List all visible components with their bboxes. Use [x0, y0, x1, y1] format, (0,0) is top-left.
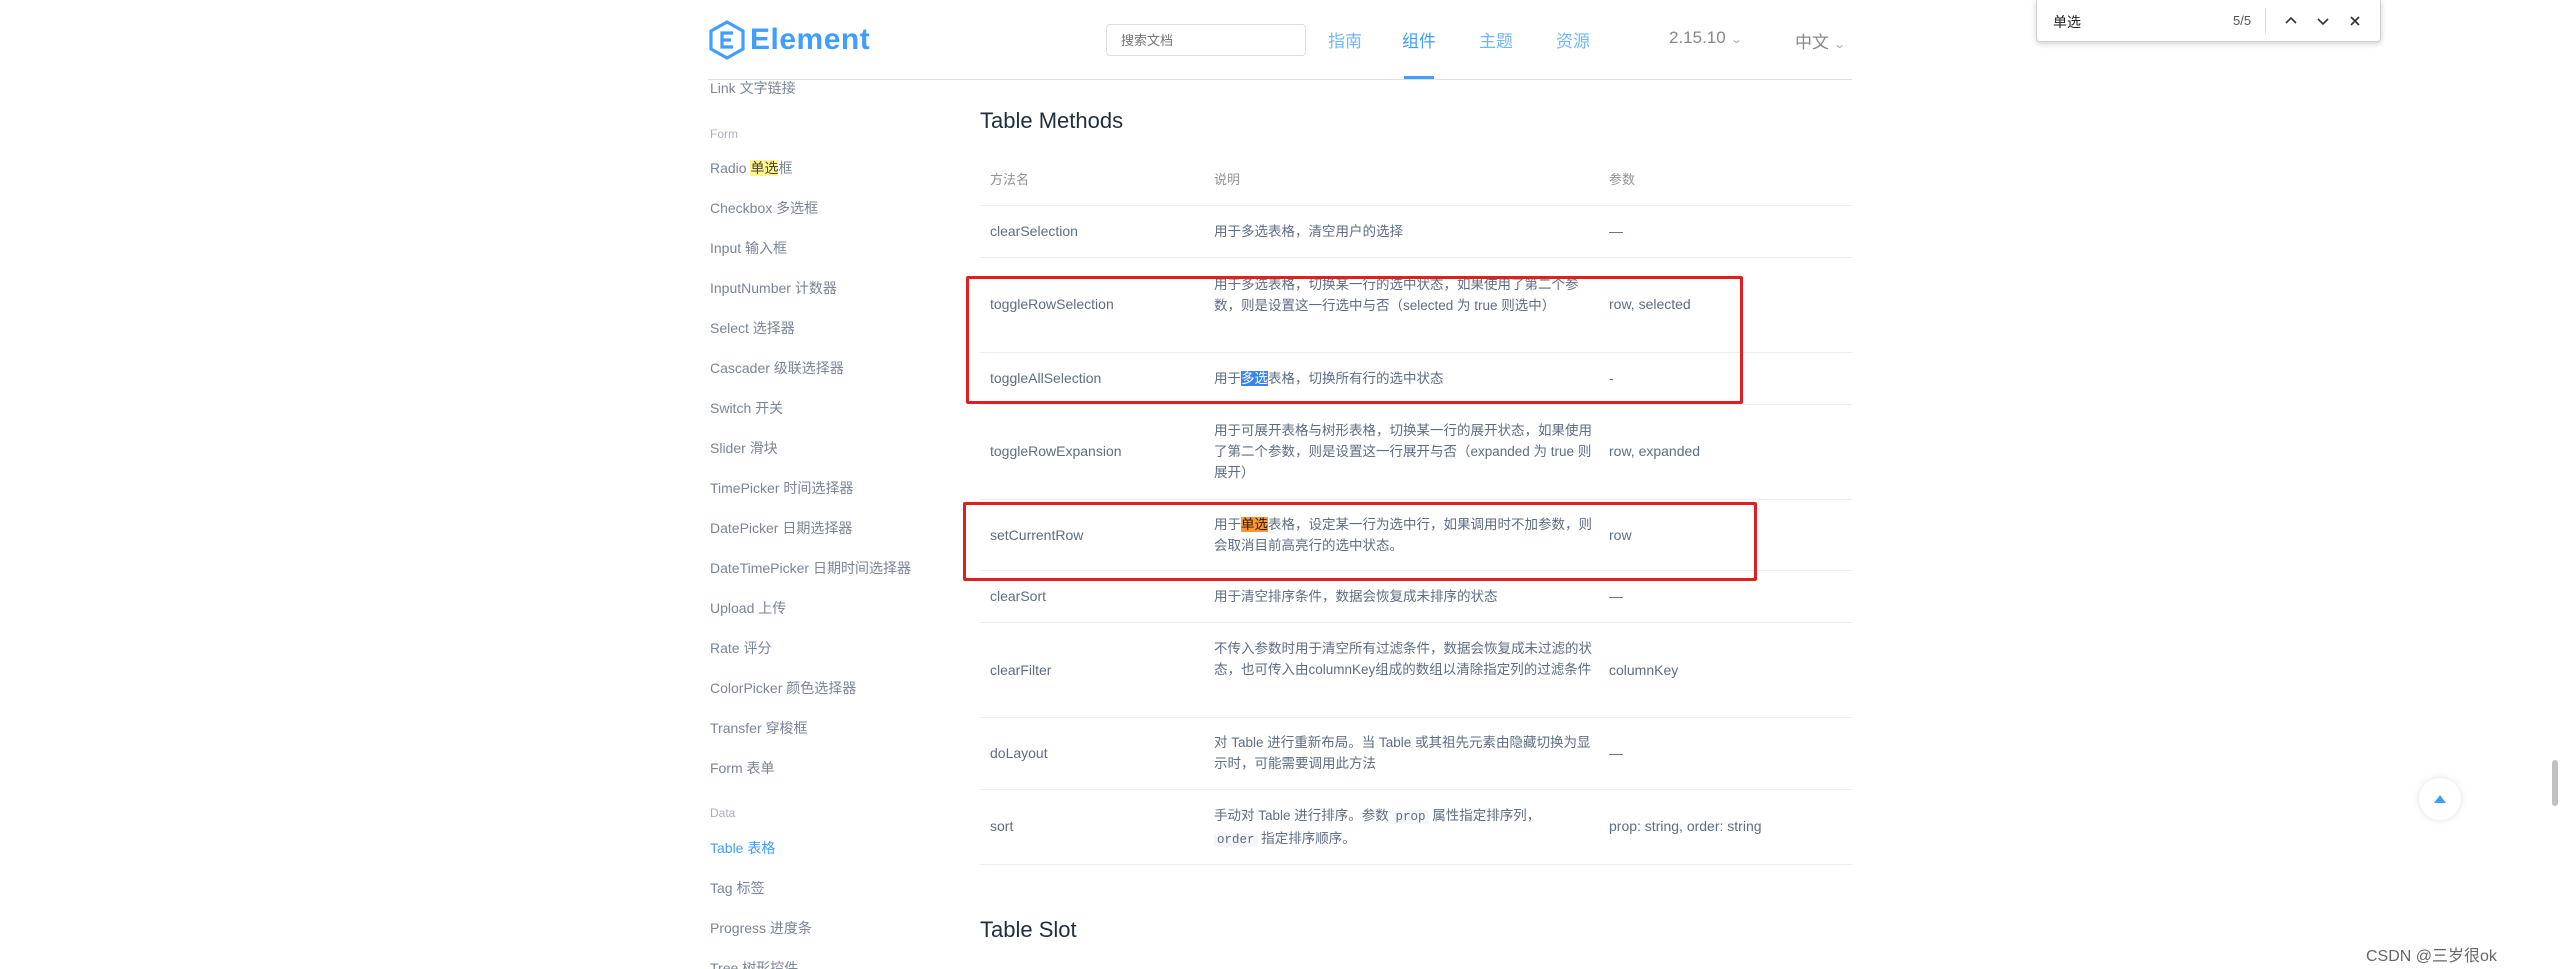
inline-code: prop	[1392, 810, 1429, 824]
table-header-row: 方法名 说明 参数	[980, 150, 1852, 206]
radio-label-prefix: Radio	[710, 160, 751, 176]
method-params: prop: string, order: string	[1609, 818, 1762, 834]
chevron-down-icon: ⌄	[1729, 34, 1743, 46]
method-params: —	[1609, 745, 1623, 761]
method-params: —	[1609, 223, 1623, 239]
find-previous-button[interactable]	[2278, 8, 2304, 34]
nav-guide[interactable]: 指南	[1328, 27, 1362, 52]
method-name: clearSort	[990, 588, 1047, 604]
section-title-table-slot: Table Slot	[980, 917, 1077, 942]
sidebar-item-tag[interactable]: Tag 标签	[710, 878, 764, 898]
table-row: clearSelection 用于多选表格，清空用户的选择 —	[980, 206, 1852, 258]
language-label: 中文	[1795, 33, 1829, 52]
find-in-page-bar: 单选 5/5	[2036, 0, 2381, 42]
method-description: 用于清空排序条件，数据会恢复成未排序的状态	[1214, 589, 1498, 604]
method-params: columnKey	[1609, 662, 1679, 678]
method-name: clearSelection	[990, 223, 1078, 239]
column-header-params: 参数	[1609, 172, 1636, 187]
sidebar-item-slider[interactable]: Slider 滑块	[710, 438, 778, 458]
column-header-method: 方法名	[990, 172, 1030, 187]
method-description: 不传入参数时用于清空所有过滤条件，数据会恢复成未过滤的状态，也可传入由colum…	[1214, 641, 1592, 677]
table-row: doLayout 对 Table 进行重新布局。当 Table 或其祖先元素由隐…	[980, 718, 1852, 790]
page-scrollbar-thumb[interactable]	[2552, 760, 2558, 806]
table-row: toggleRowExpansion 用于可展开表格与树形表格，切换某一行的展开…	[980, 405, 1852, 500]
method-description: 手动对 Table 进行排序。参数 prop 属性指定排序列， order 指定排…	[1214, 805, 1594, 851]
sidebar-group-data: Data	[710, 806, 736, 820]
method-description: 用于多选表格，清空用户的选择	[1214, 224, 1403, 239]
sidebar-item-colorpicker[interactable]: ColorPicker 颜色选择器	[710, 678, 856, 698]
csdn-watermark: CSDN @三岁很ok	[2366, 948, 2497, 965]
method-params: —	[1609, 588, 1623, 604]
search-input[interactable]	[1106, 24, 1306, 56]
method-name: doLayout	[990, 745, 1048, 761]
annotation-box-set-current-row	[963, 502, 1757, 581]
element-logo[interactable]: Element	[708, 19, 870, 61]
sidebar-item-upload[interactable]: Upload 上传	[710, 598, 786, 618]
sidebar-item-timepicker[interactable]: TimePicker 时间选择器	[710, 478, 853, 498]
logo-text: Element	[750, 23, 871, 56]
method-name: sort	[990, 818, 1014, 834]
annotation-box-selection-methods	[966, 276, 1743, 404]
nav-resource[interactable]: 资源	[1556, 27, 1590, 52]
table-row: sort 手动对 Table 进行排序。参数 prop 属性指定排序列， orde…	[980, 790, 1852, 865]
sidebar-group-form: Form	[710, 127, 738, 141]
chevron-down-icon: ⌄	[1833, 39, 1847, 51]
sidebar-item-select[interactable]: Select 选择器	[710, 318, 795, 338]
sidebar-item-form[interactable]: Form 表单	[710, 758, 775, 778]
component-sidebar: Link 文字链接 Form Radio 单选框 Checkbox 多选框 In…	[708, 80, 958, 969]
method-description: 用于可展开表格与树形表格，切换某一行的展开状态，如果使用了第二个参数，则是设置这…	[1214, 423, 1592, 480]
chevron-up-icon	[2285, 16, 2297, 24]
find-match-count: 5/5	[2233, 13, 2252, 28]
sidebar-item-tree[interactable]: Tree 树形控件	[710, 958, 798, 969]
sidebar-item-checkbox[interactable]: Checkbox 多选框	[710, 198, 818, 218]
sidebar-item-switch[interactable]: Switch 开关	[710, 398, 783, 418]
element-logo-icon	[709, 20, 745, 60]
description-text: 指定排序顺序。	[1257, 831, 1356, 846]
method-params: row, expanded	[1609, 443, 1701, 459]
method-description: 对 Table 进行重新布局。当 Table 或其祖先元素由隐藏切换为显示时，可…	[1214, 735, 1591, 771]
inline-code: order	[1214, 833, 1258, 847]
sidebar-item-progress[interactable]: Progress 进度条	[710, 918, 812, 938]
language-select[interactable]: 中文 ⌄	[1795, 28, 1847, 53]
sidebar-item-input[interactable]: Input 输入框	[710, 238, 787, 258]
description-text: 属性指定排序列，	[1428, 808, 1541, 823]
section-title-table-methods: Table Methods	[980, 108, 1124, 133]
table-row: clearFilter 不传入参数时用于清空所有过滤条件，数据会恢复成未过滤的状…	[980, 623, 1852, 718]
description-text: 手动对 Table 进行排序。参数	[1214, 808, 1393, 823]
nav-theme[interactable]: 主题	[1479, 27, 1513, 52]
sidebar-item-datetimepicker[interactable]: DateTimePicker 日期时间选择器	[710, 558, 911, 578]
sidebar-item-table[interactable]: Table 表格	[710, 838, 775, 858]
sidebar-item-rate[interactable]: Rate 评分	[710, 638, 771, 658]
close-icon	[2350, 16, 2360, 26]
sidebar-item-datepicker[interactable]: DatePicker 日期选择器	[710, 518, 852, 538]
sidebar-item-link[interactable]: Link 文字链接	[710, 80, 796, 98]
nav-component[interactable]: 组件	[1402, 27, 1436, 52]
sidebar-item-cascader[interactable]: Cascader 级联选择器	[710, 358, 844, 378]
version-label: 2.15.10	[1669, 28, 1726, 47]
sidebar-item-transfer[interactable]: Transfer 穿梭框	[710, 718, 808, 738]
method-name: clearFilter	[990, 662, 1052, 678]
method-name: toggleRowExpansion	[990, 443, 1122, 459]
find-close-button[interactable]	[2342, 8, 2368, 34]
find-next-button[interactable]	[2310, 8, 2336, 34]
version-select[interactable]: 2.15.10 ⌄	[1669, 28, 1743, 48]
find-query[interactable]: 单选	[2053, 12, 2081, 32]
column-header-description: 说明	[1214, 172, 1241, 187]
sidebar-item-radio[interactable]: Radio 单选框	[710, 158, 792, 178]
find-separator	[2265, 8, 2266, 34]
caret-up-icon	[2434, 795, 2446, 803]
back-to-top-button[interactable]	[2419, 778, 2461, 820]
sidebar-item-inputnumber[interactable]: InputNumber 计数器	[710, 278, 837, 298]
radio-label-suffix: 框	[778, 160, 793, 176]
find-match-highlight: 单选	[750, 160, 779, 176]
chevron-down-icon	[2317, 18, 2329, 26]
